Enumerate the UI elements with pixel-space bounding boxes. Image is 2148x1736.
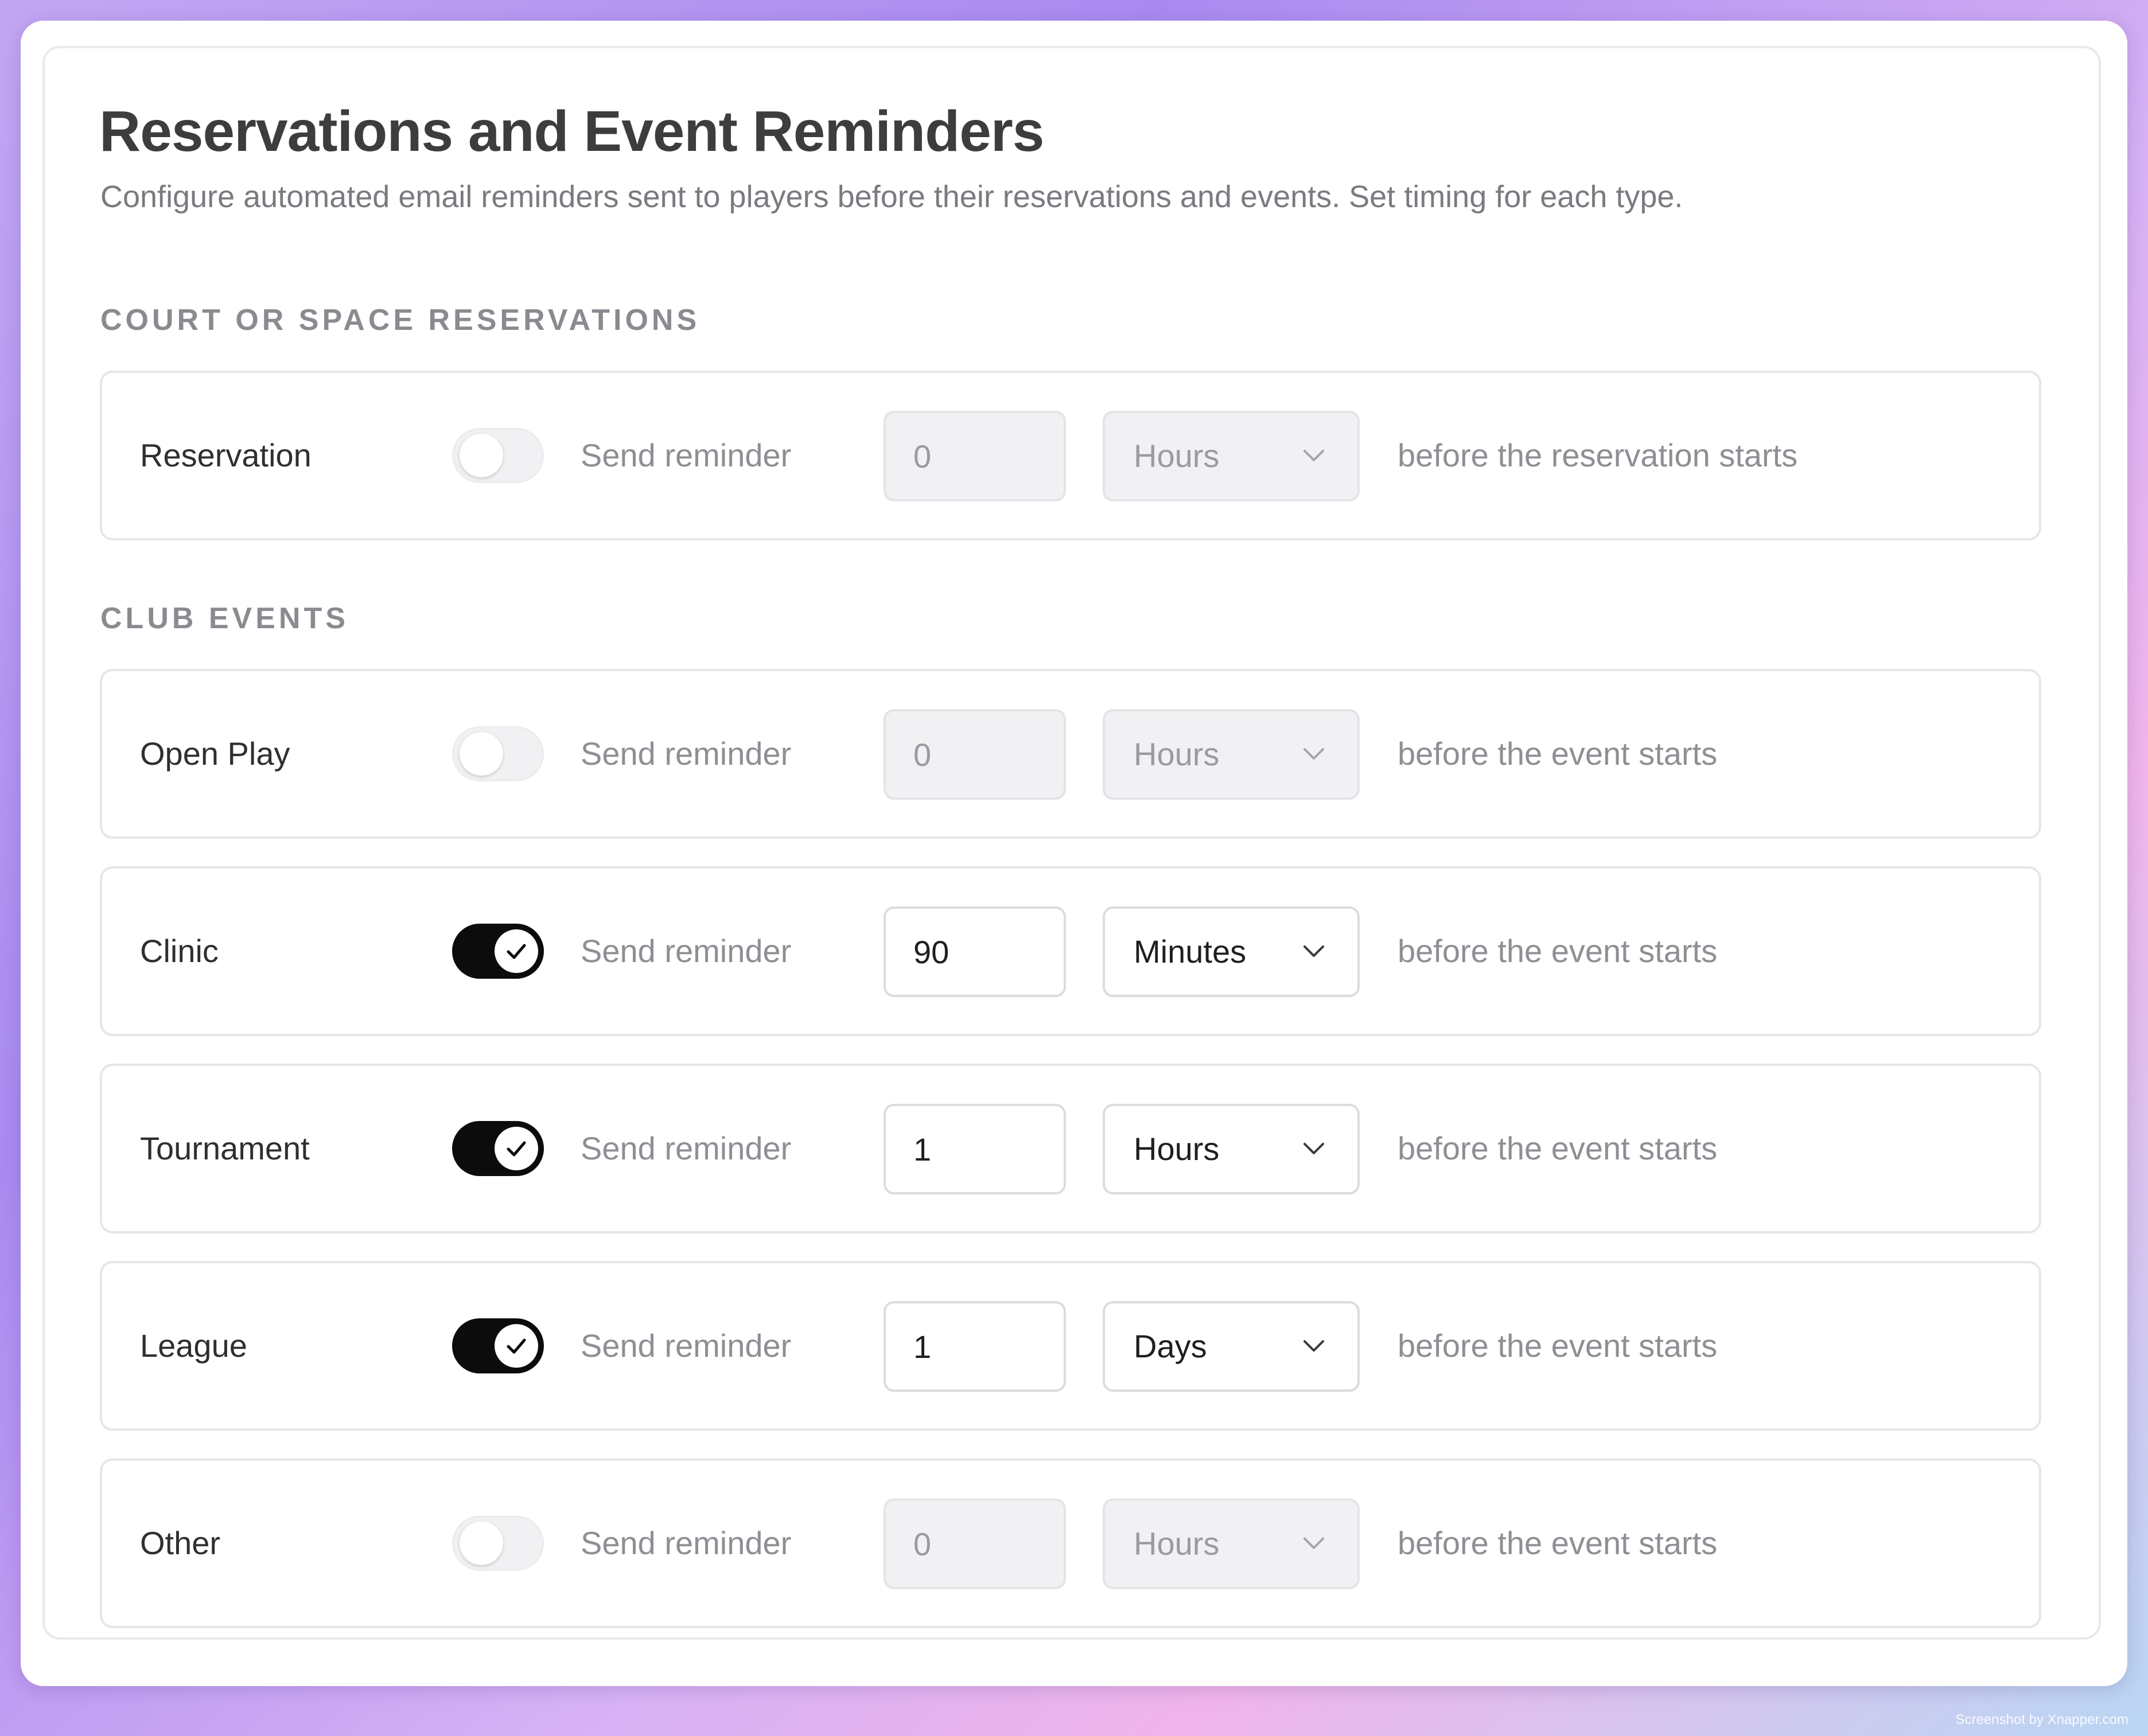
- send-reminder-label: Send reminder: [581, 735, 792, 772]
- page-title: Reservations and Event Reminders: [99, 99, 1044, 164]
- row-label: Clinic: [140, 933, 219, 969]
- reminder-amount-input-reservation[interactable]: [884, 411, 1066, 501]
- toggle-knob: [495, 1324, 538, 1368]
- row-label: Tournament: [140, 1130, 310, 1166]
- send-reminder-label: Send reminder: [581, 933, 792, 969]
- reminder-row-league: League Send reminder Days before the eve…: [100, 1261, 2041, 1431]
- unit-value: Hours: [1134, 1131, 1220, 1167]
- send-reminder-label: Send reminder: [581, 1130, 792, 1166]
- reminder-toggle-tournament[interactable]: [452, 1121, 544, 1176]
- reminder-unit-select-open-play[interactable]: Hours: [1103, 709, 1360, 800]
- check-icon: [507, 1338, 526, 1354]
- row-label: Other: [140, 1525, 221, 1561]
- reminder-amount-input-league[interactable]: [884, 1301, 1066, 1392]
- reminder-toggle-open-play[interactable]: [452, 726, 544, 781]
- chevron-down-icon: [1303, 748, 1324, 760]
- unit-value: Minutes: [1134, 933, 1247, 970]
- section-heading-club-events: CLUB EVENTS: [100, 602, 349, 635]
- reminder-unit-select-clinic[interactable]: Minutes: [1103, 906, 1360, 997]
- unit-value: Days: [1134, 1328, 1207, 1364]
- reminder-amount-input-other[interactable]: [884, 1498, 1066, 1589]
- screenshot-watermark: Screenshot by Xnapper.com: [1955, 1712, 2128, 1727]
- reminder-toggle-reservation[interactable]: [452, 428, 544, 483]
- check-icon: [507, 944, 526, 959]
- reminder-unit-select-reservation[interactable]: Hours: [1103, 411, 1360, 501]
- reminder-row-tournament: Tournament Send reminder Hours before th…: [100, 1064, 2041, 1233]
- toggle-knob: [460, 1521, 503, 1565]
- row-label: League: [140, 1328, 247, 1364]
- reminder-toggle-other[interactable]: [452, 1516, 544, 1571]
- reminder-amount-input-clinic[interactable]: [884, 906, 1066, 997]
- reminder-unit-select-tournament[interactable]: Hours: [1103, 1104, 1360, 1194]
- app-window: Reservations and Event Reminders Configu…: [21, 21, 2127, 1686]
- reminder-unit-select-league[interactable]: Days: [1103, 1301, 1360, 1392]
- unit-value: Hours: [1134, 438, 1220, 474]
- toggle-knob: [460, 434, 503, 477]
- toggle-knob: [495, 929, 538, 973]
- section-heading-reservations: COURT OR SPACE RESERVATIONS: [100, 303, 701, 337]
- page-subtitle: Configure automated email reminders sent…: [100, 180, 1683, 214]
- reminder-amount-input-open-play[interactable]: [884, 709, 1066, 800]
- reminder-suffix: before the reservation starts: [1398, 437, 1798, 473]
- reminder-suffix: before the event starts: [1398, 735, 1718, 772]
- unit-value: Hours: [1134, 1525, 1220, 1562]
- reminder-suffix: before the event starts: [1398, 1130, 1718, 1166]
- reminders-panel: Reservations and Event Reminders Configu…: [42, 46, 2101, 1640]
- chevron-down-icon: [1303, 945, 1324, 957]
- chevron-down-icon: [1303, 1538, 1324, 1549]
- reminder-row-reservation: Reservation Send reminder Hours before t…: [100, 371, 2041, 540]
- reminder-row-other: Other Send reminder Hours before the eve…: [100, 1458, 2041, 1628]
- row-label: Open Play: [140, 735, 290, 772]
- reminder-suffix: before the event starts: [1398, 1328, 1718, 1364]
- send-reminder-label: Send reminder: [581, 1328, 792, 1364]
- reminder-suffix: before the event starts: [1398, 1525, 1718, 1561]
- check-icon: [507, 1141, 526, 1157]
- chevron-down-icon: [1303, 1340, 1324, 1352]
- row-label: Reservation: [140, 437, 312, 473]
- send-reminder-label: Send reminder: [581, 437, 792, 473]
- unit-value: Hours: [1134, 736, 1220, 772]
- chevron-down-icon: [1303, 450, 1324, 461]
- reminder-row-open-play: Open Play Send reminder Hours before the…: [100, 669, 2041, 839]
- toggle-knob: [495, 1127, 538, 1170]
- toggle-knob: [460, 732, 503, 776]
- reminder-row-clinic: Clinic Send reminder Minutes before the …: [100, 866, 2041, 1036]
- reminder-toggle-league[interactable]: [452, 1318, 544, 1373]
- send-reminder-label: Send reminder: [581, 1525, 792, 1561]
- chevron-down-icon: [1303, 1143, 1324, 1154]
- reminder-toggle-clinic[interactable]: [452, 924, 544, 979]
- reminder-unit-select-other[interactable]: Hours: [1103, 1498, 1360, 1589]
- reminder-amount-input-tournament[interactable]: [884, 1104, 1066, 1194]
- reminder-suffix: before the event starts: [1398, 933, 1718, 969]
